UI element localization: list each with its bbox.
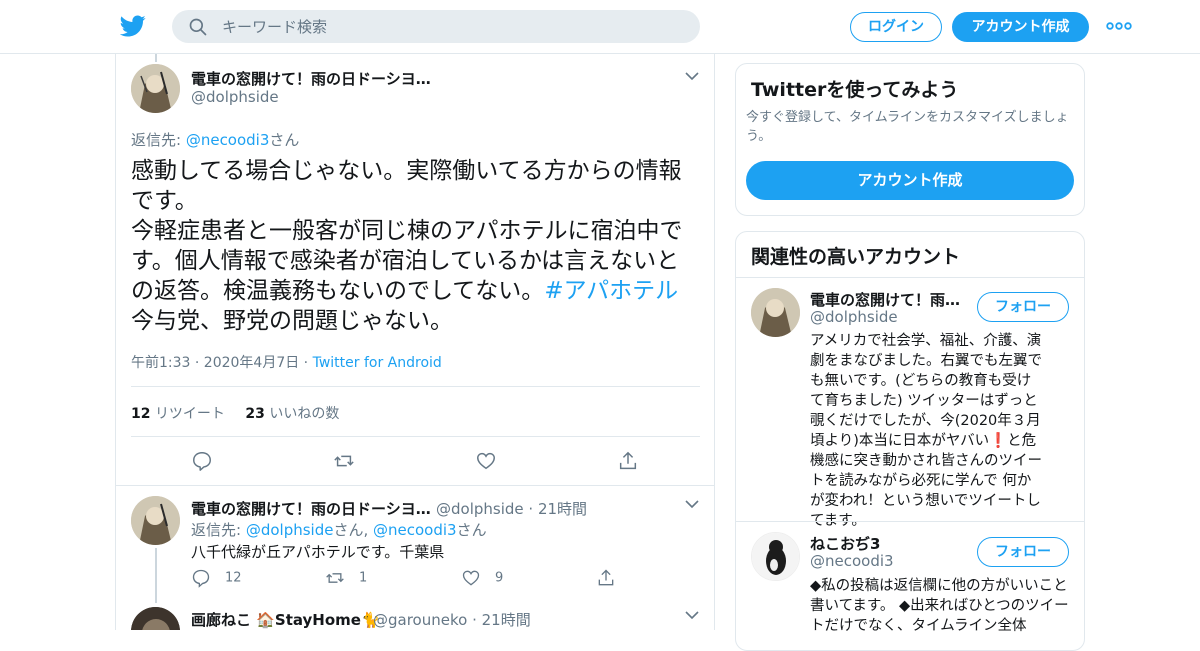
author-handle[interactable]: @dolphside (191, 88, 279, 106)
tweet-body: 感動してる場合じゃない。実際働いてる方からの情報 です。 今軽症患者と一般客が同… (131, 156, 706, 336)
reply-action[interactable]: 12 (191, 568, 242, 588)
timestamp[interactable]: 午前1:33 · 2020年4月7日 (131, 355, 299, 371)
divider (736, 521, 1084, 522)
search-icon (189, 18, 207, 36)
like-count: 9 (495, 570, 504, 586)
handle-text[interactable]: @dolphside (436, 500, 524, 518)
tweet-meta: 午前1:33 · 2020年4月7日 · Twitter for Android (131, 352, 442, 372)
tweet-stats: 12 リツイート 23 いいねの数 (131, 403, 339, 423)
divider (116, 485, 714, 486)
reply-author-handle: @dolphside · 21時間 (436, 500, 588, 518)
retweet-count: 12 (131, 406, 151, 422)
signup-button[interactable]: アカウント作成 (952, 12, 1089, 42)
account-bio: アメリカで社会学、福祉、介護、演劇をまなびました。右翼でも左翼でも無いです。(ど… (810, 333, 1042, 529)
reply-prefix: 返信先: (191, 521, 246, 539)
signup-card-button[interactable]: アカウント作成 (746, 161, 1074, 200)
chevron-down-icon[interactable] (685, 610, 699, 620)
reply-count: 12 (225, 570, 242, 586)
chevron-down-icon[interactable] (685, 71, 699, 81)
avatar[interactable] (131, 64, 180, 113)
retweet-icon (326, 573, 344, 583)
avatar[interactable] (131, 496, 180, 545)
thread-connector (155, 548, 157, 603)
source-link[interactable]: Twitter for Android (313, 355, 442, 371)
reply-icon (192, 569, 210, 588)
reply-author-name[interactable]: 電車の窓開けて！雨の日ドーシヨ… (191, 498, 431, 519)
reply-text: 八千代緑が丘アパホテルです。千葉県 (191, 543, 445, 561)
divider (736, 277, 1084, 278)
relative-time[interactable]: 21時間 (538, 500, 587, 518)
reply-to-link[interactable]: @dolphside (246, 521, 334, 539)
share-icon (598, 569, 614, 586)
retweet-stat[interactable]: 12 リツイート (131, 406, 225, 422)
author-name[interactable]: 電車の窓開けて！雨の日ドーシヨ… (191, 68, 431, 89)
login-button[interactable]: ログイン (850, 12, 942, 42)
handle-text[interactable]: @garouneko (373, 611, 467, 629)
tweet-line: の返答。検温義務もないのでしてない。#アパホテル (131, 276, 706, 306)
avatar[interactable] (751, 288, 800, 337)
tweet-line: です。 (131, 188, 198, 214)
tweet-line-text: の返答。検温義務もないのでしてない。 (131, 278, 545, 304)
hashtag-link[interactable]: #アパホテル (544, 278, 678, 304)
divider (131, 436, 700, 437)
divider (131, 386, 700, 387)
account-bio: ◆私の投稿は返信欄に他の方がいいこと書いてます。 ◆出来ればひとつのツイートだけ… (810, 578, 1069, 634)
reply-author-handle: @garouneko · 21時間 (373, 611, 531, 629)
like-icon (462, 570, 480, 586)
reply-icon[interactable] (191, 450, 213, 472)
signup-card-subtitle: 今すぐ登録して、タイムラインをカスタマイズしましょう。 (746, 110, 1069, 144)
avatar-image (751, 288, 800, 337)
avatar-image (131, 496, 180, 545)
retweet-count: 1 (359, 570, 368, 586)
related-card-title: 関連性の高いアカウント (751, 246, 961, 268)
more-options-icon[interactable] (1106, 18, 1132, 34)
tweet-line: 今与党、野党の問題じゃない。 (131, 308, 453, 334)
retweet-action[interactable]: 1 (325, 568, 367, 588)
tweet-line: す。個人情報で感染者が宿泊しているかは言えないと (131, 248, 680, 274)
retweet-icon[interactable] (333, 450, 355, 472)
twitter-bird-icon[interactable] (120, 13, 146, 39)
tweet-line: 感動してる場合じゃない。実際働いてる方からの情報 (131, 158, 682, 184)
top-navigation-bar: ログイン アカウント作成 (0, 0, 1200, 54)
meta-separator: · (299, 355, 313, 371)
share-icon[interactable] (617, 450, 639, 472)
retweet-label: リツイート (154, 406, 225, 422)
follow-button[interactable]: フォロー (977, 292, 1069, 322)
account-name[interactable]: 電車の窓開けて！雨… (810, 289, 960, 310)
avatar[interactable] (751, 532, 800, 581)
search-input[interactable] (222, 10, 682, 43)
search-bar (172, 10, 700, 43)
share-action[interactable] (596, 568, 630, 588)
like-label: いいねの数 (269, 406, 340, 422)
thread-connector (155, 54, 157, 62)
follow-button[interactable]: フォロー (977, 537, 1069, 567)
tweet-column: 電車の窓開けて！雨の日ドーシヨ… @dolphside 返信先: @necood… (115, 54, 715, 630)
reply-prefix: 返信先: (131, 131, 186, 149)
avatar-image (752, 533, 799, 580)
reply-to-line: 返信先: @necoodi3さん (131, 129, 299, 150)
like-stat[interactable]: 23 いいねの数 (245, 406, 339, 422)
reply-suffix: さん (456, 521, 487, 539)
avatar-image (131, 607, 180, 630)
reply-suffix: さん (269, 131, 300, 149)
account-name[interactable]: ねこおぢ3 (810, 533, 880, 554)
avatar[interactable] (131, 607, 180, 630)
tweet-line: 今軽症患者と一般客が同じ棟のアパホテルに宿泊中で (131, 218, 683, 244)
related-accounts-card: 関連性の高いアカウント 電車の窓開けて！雨… @dolphside フォロー ア… (735, 231, 1085, 651)
reply-to-line: 返信先: @dolphsideさん, @necoodi3さん (191, 519, 487, 540)
like-count: 23 (245, 406, 265, 422)
reply-mid: さん, (333, 521, 374, 539)
account-handle[interactable]: @necoodi3 (810, 552, 894, 570)
signup-card: Twitterを使ってみよう 今すぐ登録して、タイムラインをカスタマイズしましょ… (735, 63, 1085, 216)
like-icon[interactable] (475, 450, 497, 472)
reply-to-link[interactable]: @necoodi3 (373, 521, 457, 539)
signup-card-title: Twitterを使ってみよう (751, 79, 959, 101)
chevron-down-icon[interactable] (685, 499, 699, 509)
account-handle[interactable]: @dolphside (810, 308, 898, 326)
relative-time[interactable]: 21時間 (482, 611, 531, 629)
reply-author-name[interactable]: 画廊ねこ 🏠StayHome🐈 (191, 609, 380, 630)
like-action[interactable]: 9 (461, 568, 503, 588)
avatar-image (131, 64, 180, 113)
reply-to-link[interactable]: @necoodi3 (186, 131, 270, 149)
